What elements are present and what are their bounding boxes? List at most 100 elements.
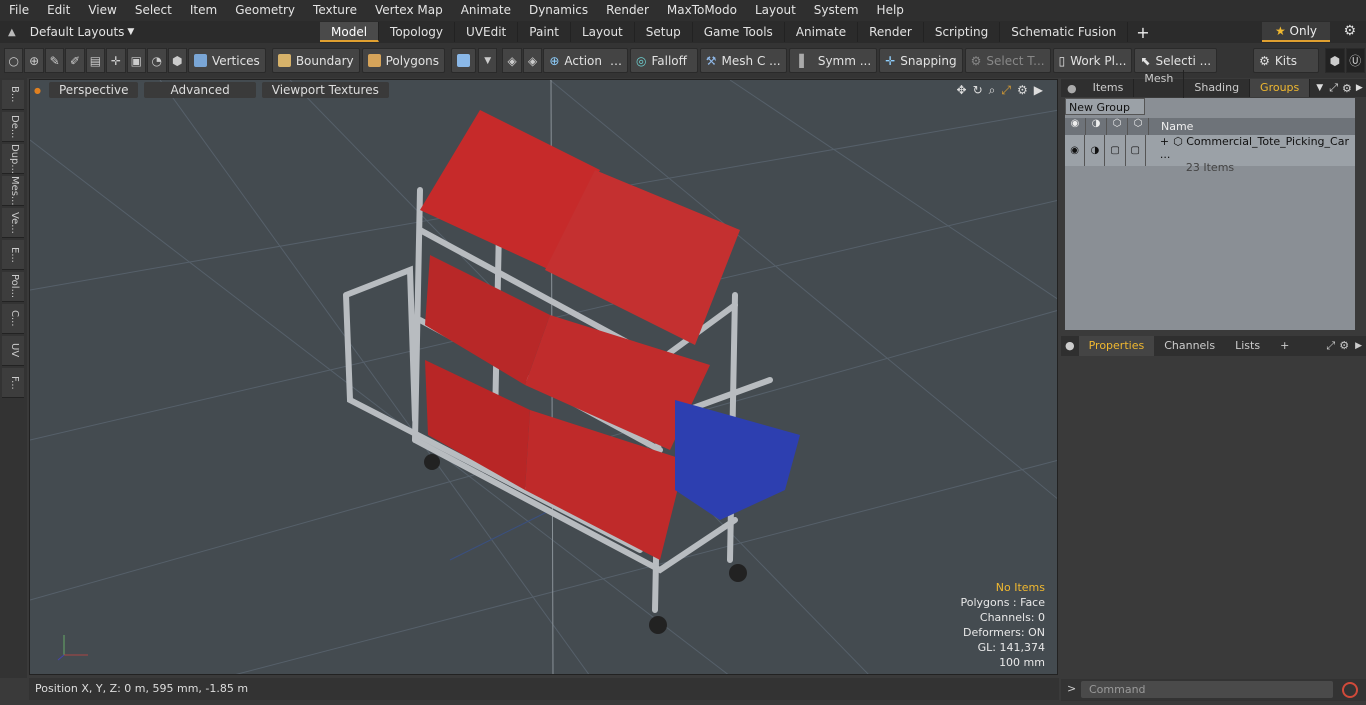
kits-button[interactable]: ⚙ Kits — [1253, 48, 1320, 73]
vertices-button[interactable]: Vertices — [187, 48, 266, 73]
visible-toggle-icon[interactable]: ◉ — [1065, 135, 1086, 166]
tab-scripting[interactable]: Scripting — [924, 22, 1001, 42]
rotate-icon[interactable]: ◔ — [147, 48, 167, 73]
render-toggle-icon[interactable]: ◑ — [1086, 118, 1107, 135]
menu-help[interactable]: Help — [868, 0, 913, 21]
tab-paint[interactable]: Paint — [518, 22, 571, 42]
advanced-button[interactable]: Advanced — [144, 82, 256, 98]
left-tab-mesh-edit[interactable]: Mes... — [2, 176, 24, 206]
expand-icon[interactable]: ⤢ — [1329, 81, 1342, 95]
frame-icon[interactable]: ▣ — [126, 48, 147, 73]
render-toggle-icon[interactable]: ◑ — [1085, 135, 1106, 166]
boundary-button[interactable]: Boundary — [271, 48, 360, 73]
move-icon[interactable]: ✥ — [957, 83, 967, 98]
menu-maxtomodo[interactable]: MaxToModo — [658, 0, 746, 21]
play-icon[interactable]: ▶ — [1034, 83, 1043, 98]
mesh-constraint-button[interactable]: ⚒ Mesh C ... — [699, 48, 787, 73]
pen-icon[interactable]: ✎ — [44, 48, 65, 73]
tab-lists[interactable]: Lists — [1225, 336, 1270, 356]
menu-select[interactable]: Select — [126, 0, 181, 21]
menu-file[interactable]: File — [0, 0, 38, 21]
globe-icon[interactable]: ⊕ — [24, 48, 44, 73]
lock-icon[interactable]: ⬡ — [1107, 118, 1128, 135]
collapse-icon[interactable]: ▲ — [8, 27, 16, 38]
tab-setup[interactable]: Setup — [635, 22, 693, 42]
new-group-button[interactable]: New Group — [1065, 98, 1145, 115]
symmetry-button[interactable]: ▐ Symm ... — [788, 48, 878, 73]
settings-icon[interactable]: ⚙ — [1017, 83, 1028, 98]
tab-render[interactable]: Render — [858, 22, 924, 42]
record-icon[interactable] — [1342, 682, 1358, 698]
left-tab-deform[interactable]: De... — [2, 112, 24, 142]
left-tab-uv[interactable]: UV — [2, 336, 24, 366]
tab-items[interactable]: Items — [1083, 79, 1135, 97]
menu-layout[interactable]: Layout — [746, 0, 805, 21]
polygons-button[interactable]: Polygons — [361, 48, 446, 73]
mesh-mode-button[interactable] — [451, 48, 477, 73]
unreal-icon[interactable]: Ⓤ — [1345, 48, 1366, 73]
tab-animate[interactable]: Animate — [785, 22, 859, 42]
chevron-down-icon[interactable]: ▼ — [1310, 83, 1329, 93]
tab-groups[interactable]: Groups — [1250, 79, 1311, 97]
eye-icon[interactable]: ◉ — [1065, 118, 1086, 135]
zoom-icon[interactable]: ⌕ — [989, 83, 996, 98]
left-tab-curve[interactable]: C... — [2, 304, 24, 334]
menu-geometry[interactable]: Geometry — [226, 0, 304, 21]
group-row[interactable]: ◉ ◑ ▢ ▢ + ⬡ Commercial_Tote_Picking_Car .… — [1065, 135, 1355, 174]
maximize-icon[interactable]: ⤢ — [1001, 83, 1011, 98]
add-tab-button[interactable]: + — [1128, 23, 1157, 42]
layout-selector[interactable]: ▲ Default Layouts ▼ — [0, 21, 320, 43]
gear-icon[interactable]: ⚙ — [1337, 336, 1351, 356]
command-input[interactable]: Command — [1081, 681, 1333, 698]
action-button[interactable]: ⊕ Action… — [543, 48, 628, 73]
viewport-textures-button[interactable]: Viewport Textures — [261, 82, 389, 98]
tab-topology[interactable]: Topology — [379, 22, 456, 42]
menu-animate[interactable]: Animate — [452, 0, 520, 21]
only-toggle[interactable]: ★ Only — [1262, 22, 1330, 42]
menu-texture[interactable]: Texture — [304, 0, 366, 21]
left-tab-vertex[interactable]: Ve... — [2, 208, 24, 238]
tab-shading[interactable]: Shading — [1184, 79, 1251, 97]
shield-icon[interactable]: ⬢ — [167, 48, 187, 73]
expand-plus-icon[interactable]: + — [1160, 135, 1169, 148]
tab-model[interactable]: Model — [320, 22, 380, 42]
tab-uvedit[interactable]: UVEdit — [455, 22, 519, 42]
work-plane-button[interactable]: ▯ Work Pl... — [1052, 48, 1133, 73]
left-tab-edge[interactable]: E... — [2, 240, 24, 270]
expand-icon[interactable]: ⤢ — [1324, 336, 1337, 356]
lasso-icon[interactable]: ✐ — [65, 48, 85, 73]
tab-properties[interactable]: Properties — [1078, 336, 1155, 356]
lock-checkbox[interactable]: ▢ — [1105, 135, 1126, 166]
snap-icon-a[interactable]: ◈ — [502, 48, 522, 73]
add-tab-button[interactable]: + — [1270, 336, 1299, 356]
tab-game-tools[interactable]: Game Tools — [693, 22, 785, 42]
menu-dynamics[interactable]: Dynamics — [520, 0, 597, 21]
align-icon[interactable]: ▤ — [85, 48, 106, 73]
tab-schematic-fusion[interactable]: Schematic Fusion — [1000, 22, 1129, 42]
snap-icon-b[interactable]: ◈ — [522, 48, 543, 73]
menu-view[interactable]: View — [79, 0, 125, 21]
left-tab-fusion[interactable]: F... — [2, 368, 24, 398]
menu-item[interactable]: Item — [181, 0, 226, 21]
perspective-button[interactable]: Perspective — [48, 82, 139, 98]
snapping-button[interactable]: ✛ Snapping — [879, 48, 963, 73]
circle-select-icon[interactable]: ○ — [4, 48, 24, 73]
left-tab-duplicate[interactable]: Dup... — [2, 144, 24, 174]
left-tab-polygon[interactable]: Pol... — [2, 272, 24, 302]
arrow-right-icon[interactable]: ▶ — [1351, 336, 1366, 356]
left-tab-basic[interactable]: B... — [2, 80, 24, 110]
gear-icon[interactable]: ⚙ — [1342, 82, 1356, 95]
rotate-view-icon[interactable]: ↻ — [973, 83, 983, 98]
chevron-down-icon[interactable]: ▼ — [478, 48, 498, 73]
tab-channels[interactable]: Channels — [1154, 336, 1225, 356]
select-through-button[interactable]: ⚙ Select T... — [964, 48, 1051, 73]
render-cube-icon[interactable]: ⬢ — [1325, 48, 1345, 73]
select-checkbox[interactable]: ▢ — [1126, 135, 1146, 166]
3d-viewport[interactable]: ● Perspective Advanced Viewport Textures… — [29, 79, 1058, 675]
center-icon[interactable]: ✛ — [106, 48, 126, 73]
gear-icon[interactable]: ⚙ — [1343, 23, 1356, 39]
menu-edit[interactable]: Edit — [38, 0, 79, 21]
arrow-right-icon[interactable]: ▶ — [1356, 83, 1366, 93]
menu-vertex-map[interactable]: Vertex Map — [366, 0, 452, 21]
falloff-button[interactable]: ◎ Falloff — [629, 48, 698, 73]
